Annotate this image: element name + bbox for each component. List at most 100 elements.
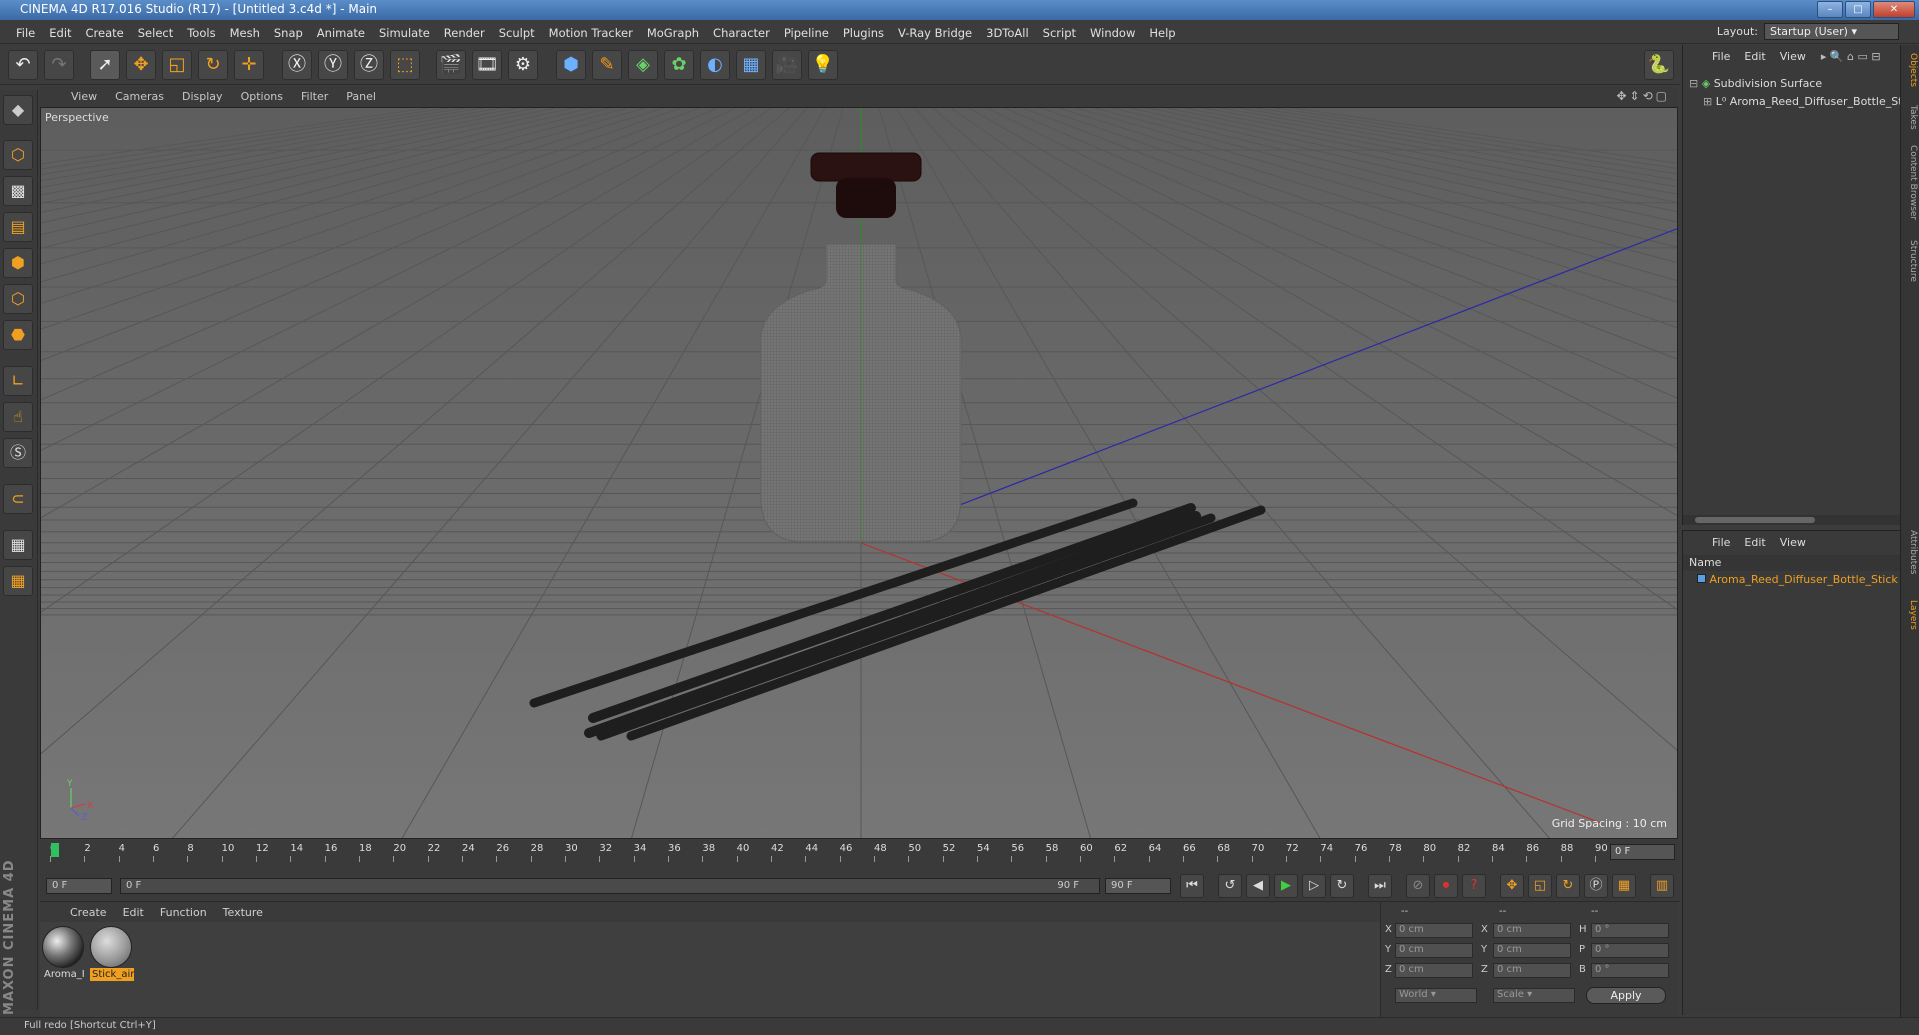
move-tool-icon[interactable]: ✥ xyxy=(126,50,156,80)
cork-top[interactable] xyxy=(810,152,922,182)
timeline-ruler[interactable]: 0246810121416182022242628303234363840424… xyxy=(40,840,1680,870)
next-frame-icon[interactable]: ▷ xyxy=(1302,874,1326,898)
material-thumb[interactable]: Stick_air xyxy=(90,926,134,986)
close-button[interactable]: ✕ xyxy=(1873,1,1915,18)
size-x-field[interactable]: 0 cm xyxy=(1493,923,1571,938)
render-picture-viewer-icon[interactable]: 🎞 xyxy=(472,50,502,80)
texture-mode-icon[interactable]: ▩ xyxy=(3,176,33,206)
menu-file[interactable]: File xyxy=(9,26,42,40)
cube-primitive-icon[interactable]: ⬢ xyxy=(556,50,586,80)
viewport-menu-options[interactable]: Options xyxy=(232,90,292,103)
menu-mograph[interactable]: MoGraph xyxy=(640,26,706,40)
object-row-diffuser[interactable]: ⊞ L⁰ Aroma_Reed_Diffuser_Bottle_Stic xyxy=(1703,95,1912,108)
3d-viewport[interactable]: Y X Z Perspective Grid Spacing : 10 cm xyxy=(40,107,1678,839)
viewport-menu-filter[interactable]: Filter xyxy=(292,90,337,103)
axis-mode-icon[interactable]: ∟ xyxy=(3,366,33,396)
go-to-start-icon[interactable]: ⏮ xyxy=(1180,874,1204,898)
object-menu-edit[interactable]: Edit xyxy=(1737,50,1772,65)
rotation-h-field[interactable]: 0 ° xyxy=(1591,923,1669,938)
play-icon[interactable]: ▶ xyxy=(1274,874,1298,898)
magnet-icon[interactable]: ⊂ xyxy=(3,484,33,514)
subdivision-surface-icon[interactable]: ◈ xyxy=(628,50,658,80)
minimize-button[interactable]: – xyxy=(1817,1,1843,18)
key-parameter-icon[interactable]: Ⓟ xyxy=(1584,874,1608,898)
python-icon[interactable]: 🐍 xyxy=(1644,50,1674,80)
scrollbar-thumb[interactable] xyxy=(1695,517,1815,523)
go-to-end-icon[interactable]: ⏭ xyxy=(1368,874,1392,898)
coordinate-mode-dropdown[interactable]: World ▾ xyxy=(1395,988,1477,1003)
tweak-mode-icon[interactable]: ☝ xyxy=(3,402,33,432)
floor-icon[interactable]: ▦ xyxy=(736,50,766,80)
menu-mesh[interactable]: Mesh xyxy=(223,26,267,40)
workplane-icon[interactable]: ▤ xyxy=(3,212,33,242)
cloner-icon[interactable]: ✿ xyxy=(664,50,694,80)
pen-spline-icon[interactable]: ✎ xyxy=(592,50,622,80)
viewport-menu-panel[interactable]: Panel xyxy=(337,90,385,103)
menu-create[interactable]: Create xyxy=(79,26,131,40)
material-menu-function[interactable]: Function xyxy=(152,906,215,919)
layer-row[interactable]: Aroma_Reed_Diffuser_Bottle_Stick xyxy=(1697,573,1898,586)
next-key-icon[interactable]: ↻ xyxy=(1330,874,1354,898)
viewport-menu-display[interactable]: Display xyxy=(173,90,232,103)
rotate-tool-icon[interactable]: ↻ xyxy=(198,50,228,80)
menu-edit[interactable]: Edit xyxy=(42,26,78,40)
playhead[interactable] xyxy=(51,843,59,857)
rotation-b-field[interactable]: 0 ° xyxy=(1591,963,1669,978)
menu-motion-tracker[interactable]: Motion Tracker xyxy=(542,26,640,40)
y-axis-lock-icon[interactable]: Ⓨ xyxy=(318,50,348,80)
snap-icon[interactable]: Ⓢ xyxy=(3,438,33,468)
start-frame-field[interactable]: 0 F xyxy=(46,878,112,894)
x-axis-lock-icon[interactable]: Ⓧ xyxy=(282,50,312,80)
key-pla-icon[interactable]: ▦ xyxy=(1612,874,1636,898)
object-menu-view[interactable]: View xyxy=(1773,50,1813,65)
key-scale-icon[interactable]: ◱ xyxy=(1528,874,1552,898)
current-frame-field[interactable]: 0 F xyxy=(1610,844,1675,860)
record-keys-icon[interactable]: ⊘ xyxy=(1406,874,1430,898)
lock-workplane-icon[interactable]: ▦ xyxy=(3,530,33,560)
render-view-icon[interactable]: 🎬 xyxy=(436,50,466,80)
camera-icon[interactable]: 🎥 xyxy=(772,50,802,80)
frame-range-slider[interactable]: 0 F 90 F xyxy=(120,878,1100,894)
object-menu-file[interactable]: File xyxy=(1705,50,1737,65)
menu-help[interactable]: Help xyxy=(1142,26,1182,40)
size-mode-dropdown[interactable]: Scale ▾ xyxy=(1493,988,1575,1003)
select-tool-icon[interactable]: ➚ xyxy=(90,50,120,80)
make-editable-icon[interactable]: ◆ xyxy=(3,95,33,125)
material-menu-edit[interactable]: Edit xyxy=(115,906,152,919)
menu-tools[interactable]: Tools xyxy=(180,26,222,40)
object-manager-toolbar-icons[interactable]: ▸ 🔍 ⌂ ▭ ⊟ xyxy=(1821,50,1881,65)
layer-menu-file[interactable]: File xyxy=(1705,536,1737,551)
expand-icon[interactable]: ⊞ xyxy=(1703,95,1712,108)
key-position-icon[interactable]: ✥ xyxy=(1500,874,1524,898)
key-rotation-icon[interactable]: ↻ xyxy=(1556,874,1580,898)
menu-simulate[interactable]: Simulate xyxy=(372,26,437,40)
edges-mode-icon[interactable]: ⬡ xyxy=(3,284,33,314)
material-menu-create[interactable]: Create xyxy=(62,906,115,919)
previous-frame-icon[interactable]: ◀ xyxy=(1246,874,1270,898)
z-axis-lock-icon[interactable]: Ⓩ xyxy=(354,50,384,80)
points-mode-icon[interactable]: ⬢ xyxy=(3,248,33,278)
scale-tool-icon[interactable]: ◱ xyxy=(162,50,192,80)
previous-key-icon[interactable]: ↺ xyxy=(1218,874,1242,898)
maximize-button[interactable]: □ xyxy=(1845,1,1871,18)
menu-select[interactable]: Select xyxy=(131,26,180,40)
render-settings-icon[interactable]: ⚙ xyxy=(508,50,538,80)
layer-menu-view[interactable]: View xyxy=(1773,536,1813,551)
menu-window[interactable]: Window xyxy=(1083,26,1142,40)
undo-icon[interactable]: ↶ xyxy=(8,50,38,80)
layer-menu-edit[interactable]: Edit xyxy=(1737,536,1772,551)
menu-sculpt[interactable]: Sculpt xyxy=(492,26,542,40)
menu-3dtoall[interactable]: 3DToAll xyxy=(979,26,1036,40)
menu-script[interactable]: Script xyxy=(1036,26,1083,40)
planar-workplane-icon[interactable]: ▦ xyxy=(3,566,33,596)
material-thumb[interactable]: Aroma_I xyxy=(42,926,86,986)
object-row-subdivision-surface[interactable]: ⊟ ◈ Subdivision Surface xyxy=(1689,77,1822,90)
coordinate-system-icon[interactable]: ⬚ xyxy=(390,50,420,80)
redo-icon[interactable]: ↷ xyxy=(44,50,74,80)
expand-icon[interactable]: ⊟ xyxy=(1689,77,1698,90)
live-selection-icon[interactable]: ✛ xyxy=(234,50,264,80)
keyframe-selection-icon[interactable]: ? xyxy=(1462,874,1486,898)
light-icon[interactable]: 💡 xyxy=(808,50,838,80)
rotation-p-field[interactable]: 0 ° xyxy=(1591,943,1669,958)
size-z-field[interactable]: 0 cm xyxy=(1493,963,1571,978)
